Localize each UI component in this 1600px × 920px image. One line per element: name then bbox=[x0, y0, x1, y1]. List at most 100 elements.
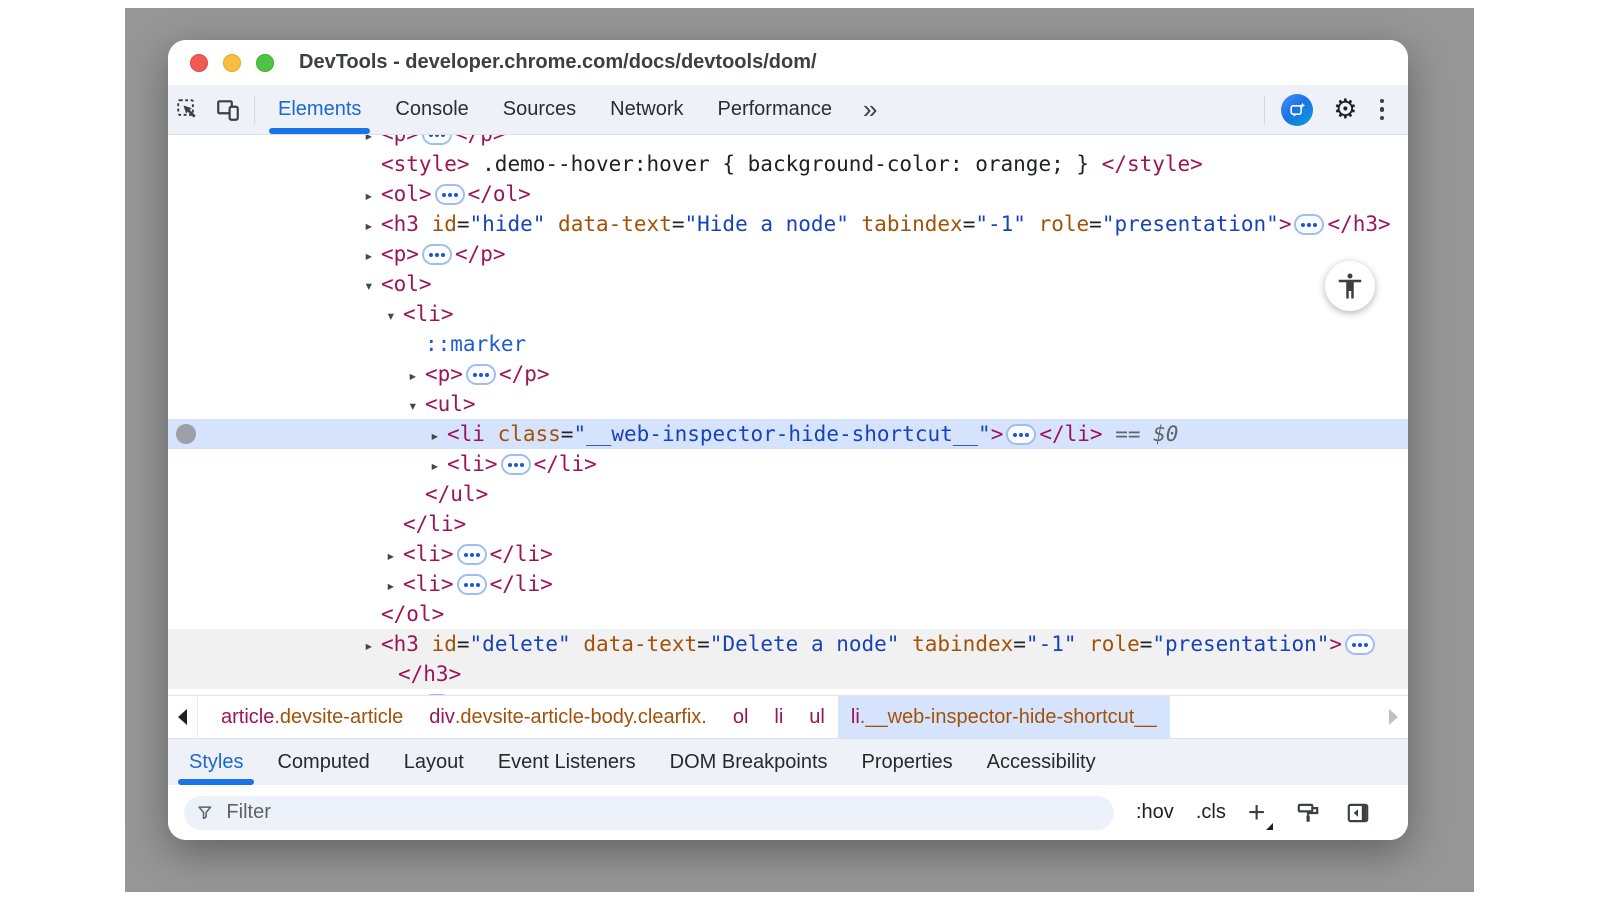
chevron-right-icon[interactable]: ▸ bbox=[408, 361, 425, 391]
ellipsis-expand-button[interactable] bbox=[1345, 634, 1375, 655]
dom-row-li-open[interactable]: ▾<li> bbox=[168, 299, 1408, 329]
ellipsis-expand-button[interactable] bbox=[1294, 214, 1324, 235]
device-toolbar-button[interactable] bbox=[208, 90, 248, 130]
code-tag: </li> bbox=[1039, 422, 1102, 446]
dom-row-h3-delete[interactable]: ▸<h3 id="delete" data-text="Delete a nod… bbox=[168, 629, 1408, 659]
chevron-right-icon[interactable]: ▸ bbox=[386, 571, 403, 601]
right-arrow-icon bbox=[1389, 709, 1398, 725]
code-tag: </p> bbox=[499, 362, 550, 386]
sidebar-tab-properties[interactable]: Properties bbox=[845, 739, 970, 785]
code-pl bbox=[1026, 212, 1039, 236]
dom-row-p-collapsed[interactable]: ▸<p></p> bbox=[168, 239, 1408, 269]
breadcrumb-item[interactable]: article.devsite-article bbox=[208, 696, 416, 738]
chevron-right-icon[interactable]: ▸ bbox=[364, 691, 381, 695]
dom-row-p-in-li[interactable]: ▸<p> </p> bbox=[168, 359, 1408, 389]
chevron-right-icon[interactable]: ▸ bbox=[364, 211, 381, 241]
dom-row-h3-delete-close[interactable]: </h3> bbox=[168, 659, 1408, 689]
code-tag: <p> bbox=[425, 362, 463, 386]
tab-elements[interactable]: Elements bbox=[261, 85, 378, 134]
dom-row-ol-collapsed[interactable]: ▸<ol></ol> bbox=[168, 179, 1408, 209]
code-pl bbox=[1077, 632, 1090, 656]
settings-gear-button[interactable]: ⚙ bbox=[1323, 96, 1367, 123]
code-tag: </ul> bbox=[425, 482, 488, 506]
breadcrumb-item[interactable]: ol bbox=[720, 696, 762, 738]
sidebar-toggle-button[interactable] bbox=[1345, 800, 1371, 826]
crumb-class-suffix: .devsite-article-body.clearfix. bbox=[455, 706, 707, 729]
dom-row-ol-close[interactable]: </ol> bbox=[168, 599, 1408, 629]
accessibility-overlay-button[interactable] bbox=[1325, 261, 1375, 311]
dom-row-style[interactable]: <style> .demo--hover:hover { background-… bbox=[168, 149, 1408, 179]
chevron-right-icon[interactable]: ▸ bbox=[430, 451, 447, 481]
tab-console[interactable]: Console bbox=[378, 85, 485, 134]
dom-row-ol-open[interactable]: ▾<ol> bbox=[168, 269, 1408, 299]
more-options-button[interactable] bbox=[1368, 99, 1397, 121]
rendering-emulations-button[interactable] bbox=[1295, 800, 1321, 826]
breadcrumb-scroll-left-button[interactable] bbox=[168, 696, 198, 738]
chevron-right-icon[interactable]: ▸ bbox=[364, 631, 381, 661]
tab-sources[interactable]: Sources bbox=[486, 85, 593, 134]
minimize-window-button[interactable] bbox=[223, 54, 241, 72]
chevron-right-icon[interactable]: ▸ bbox=[364, 181, 381, 211]
breadcrumb-item[interactable]: ul bbox=[796, 696, 838, 738]
chevron-down-icon[interactable]: ▾ bbox=[364, 271, 381, 301]
sidebar-tab-layout[interactable]: Layout bbox=[387, 739, 481, 785]
sidebar-tab-accessibility[interactable]: Accessibility bbox=[970, 739, 1113, 785]
new-style-rule-button[interactable]: + bbox=[1248, 798, 1272, 828]
dom-row-clipped-bottom[interactable]: ▸<p></p> bbox=[168, 689, 1408, 695]
code-av: "delete" bbox=[470, 632, 571, 656]
code-an: tabindex bbox=[912, 632, 1013, 656]
chevron-down-icon[interactable]: ▾ bbox=[408, 391, 425, 421]
filter-input[interactable] bbox=[224, 800, 1102, 825]
dom-row-ul-close[interactable]: </ul> bbox=[168, 479, 1408, 509]
ellipsis-expand-button[interactable] bbox=[422, 694, 452, 695]
sidebar-tab-dom-breakpoints[interactable]: DOM Breakpoints bbox=[653, 739, 845, 785]
breadcrumb-scroll-right-button[interactable] bbox=[1378, 696, 1408, 738]
dom-row-clipped-top[interactable]: ▸<p></p> bbox=[168, 135, 1408, 149]
tab-network[interactable]: Network bbox=[593, 85, 700, 134]
dom-tree: ▸<p></p><style> .demo--hover:hover { bac… bbox=[168, 135, 1408, 695]
code-tag: </p> bbox=[455, 692, 506, 695]
ellipsis-expand-button[interactable] bbox=[466, 364, 496, 385]
crumb-class-suffix: .__web-inspector-hide-shortcut__ bbox=[860, 706, 1157, 729]
dom-row-marker-pseudo[interactable]: ::marker bbox=[168, 329, 1408, 359]
dom-row-li-sibling[interactable]: ▸<li></li> bbox=[168, 449, 1408, 479]
dom-row-ul-open[interactable]: ▾<ul> bbox=[168, 389, 1408, 419]
element-classes-button[interactable]: .cls bbox=[1196, 801, 1226, 824]
maximize-window-button[interactable] bbox=[256, 54, 274, 72]
close-window-button[interactable] bbox=[190, 54, 208, 72]
code-tag: </ol> bbox=[468, 182, 531, 206]
paint-roller-icon bbox=[1295, 800, 1321, 826]
ellipsis-expand-button[interactable] bbox=[501, 454, 531, 475]
dom-row-li-2[interactable]: ▸<li></li> bbox=[168, 539, 1408, 569]
ai-assistance-button[interactable] bbox=[1281, 94, 1313, 126]
breadcrumb-item[interactable]: div.devsite-article-body.clearfix. bbox=[416, 696, 720, 738]
chevron-down-icon[interactable]: ▾ bbox=[386, 301, 403, 331]
code-tag: <li> bbox=[403, 542, 454, 566]
dom-row-li-3[interactable]: ▸<li></li> bbox=[168, 569, 1408, 599]
code-an: id bbox=[432, 212, 457, 236]
tab-performance[interactable]: Performance bbox=[701, 85, 850, 134]
dom-row-h3-hide[interactable]: ▸<h3 id="hide" data-text="Hide a node" t… bbox=[168, 209, 1408, 239]
sidebar-tab-event-listeners[interactable]: Event Listeners bbox=[481, 739, 653, 785]
dom-row-li-selected[interactable]: ▸<li class="__web-inspector-hide-shortcu… bbox=[168, 419, 1408, 449]
sidebar-tab-computed[interactable]: Computed bbox=[260, 739, 386, 785]
code-pl: = bbox=[457, 632, 470, 656]
inspect-element-button[interactable] bbox=[168, 90, 208, 130]
sidebar-tab-styles[interactable]: Styles bbox=[172, 739, 260, 785]
ellipsis-expand-button[interactable] bbox=[457, 544, 487, 565]
toggle-element-state-button[interactable]: :hov bbox=[1136, 801, 1174, 824]
ellipsis-expand-button[interactable] bbox=[1006, 424, 1036, 445]
chevron-right-icon[interactable]: ▸ bbox=[430, 421, 447, 451]
ellipsis-expand-button[interactable] bbox=[457, 574, 487, 595]
breadcrumb-item-selected[interactable]: li.__web-inspector-hide-shortcut__ bbox=[838, 696, 1170, 738]
chevron-right-icon[interactable]: ▸ bbox=[364, 241, 381, 271]
chevron-right-icon[interactable]: ▸ bbox=[386, 541, 403, 571]
code-tag: <h3 bbox=[381, 212, 432, 236]
ellipsis-expand-button[interactable] bbox=[422, 244, 452, 265]
more-tabs-button[interactable]: » bbox=[849, 94, 891, 125]
ellipsis-expand-button[interactable] bbox=[422, 135, 452, 145]
breadcrumb-item[interactable]: li bbox=[761, 696, 796, 738]
filter-input-container[interactable] bbox=[184, 796, 1114, 830]
ellipsis-expand-button[interactable] bbox=[435, 184, 465, 205]
dom-row-li-close[interactable]: </li> bbox=[168, 509, 1408, 539]
